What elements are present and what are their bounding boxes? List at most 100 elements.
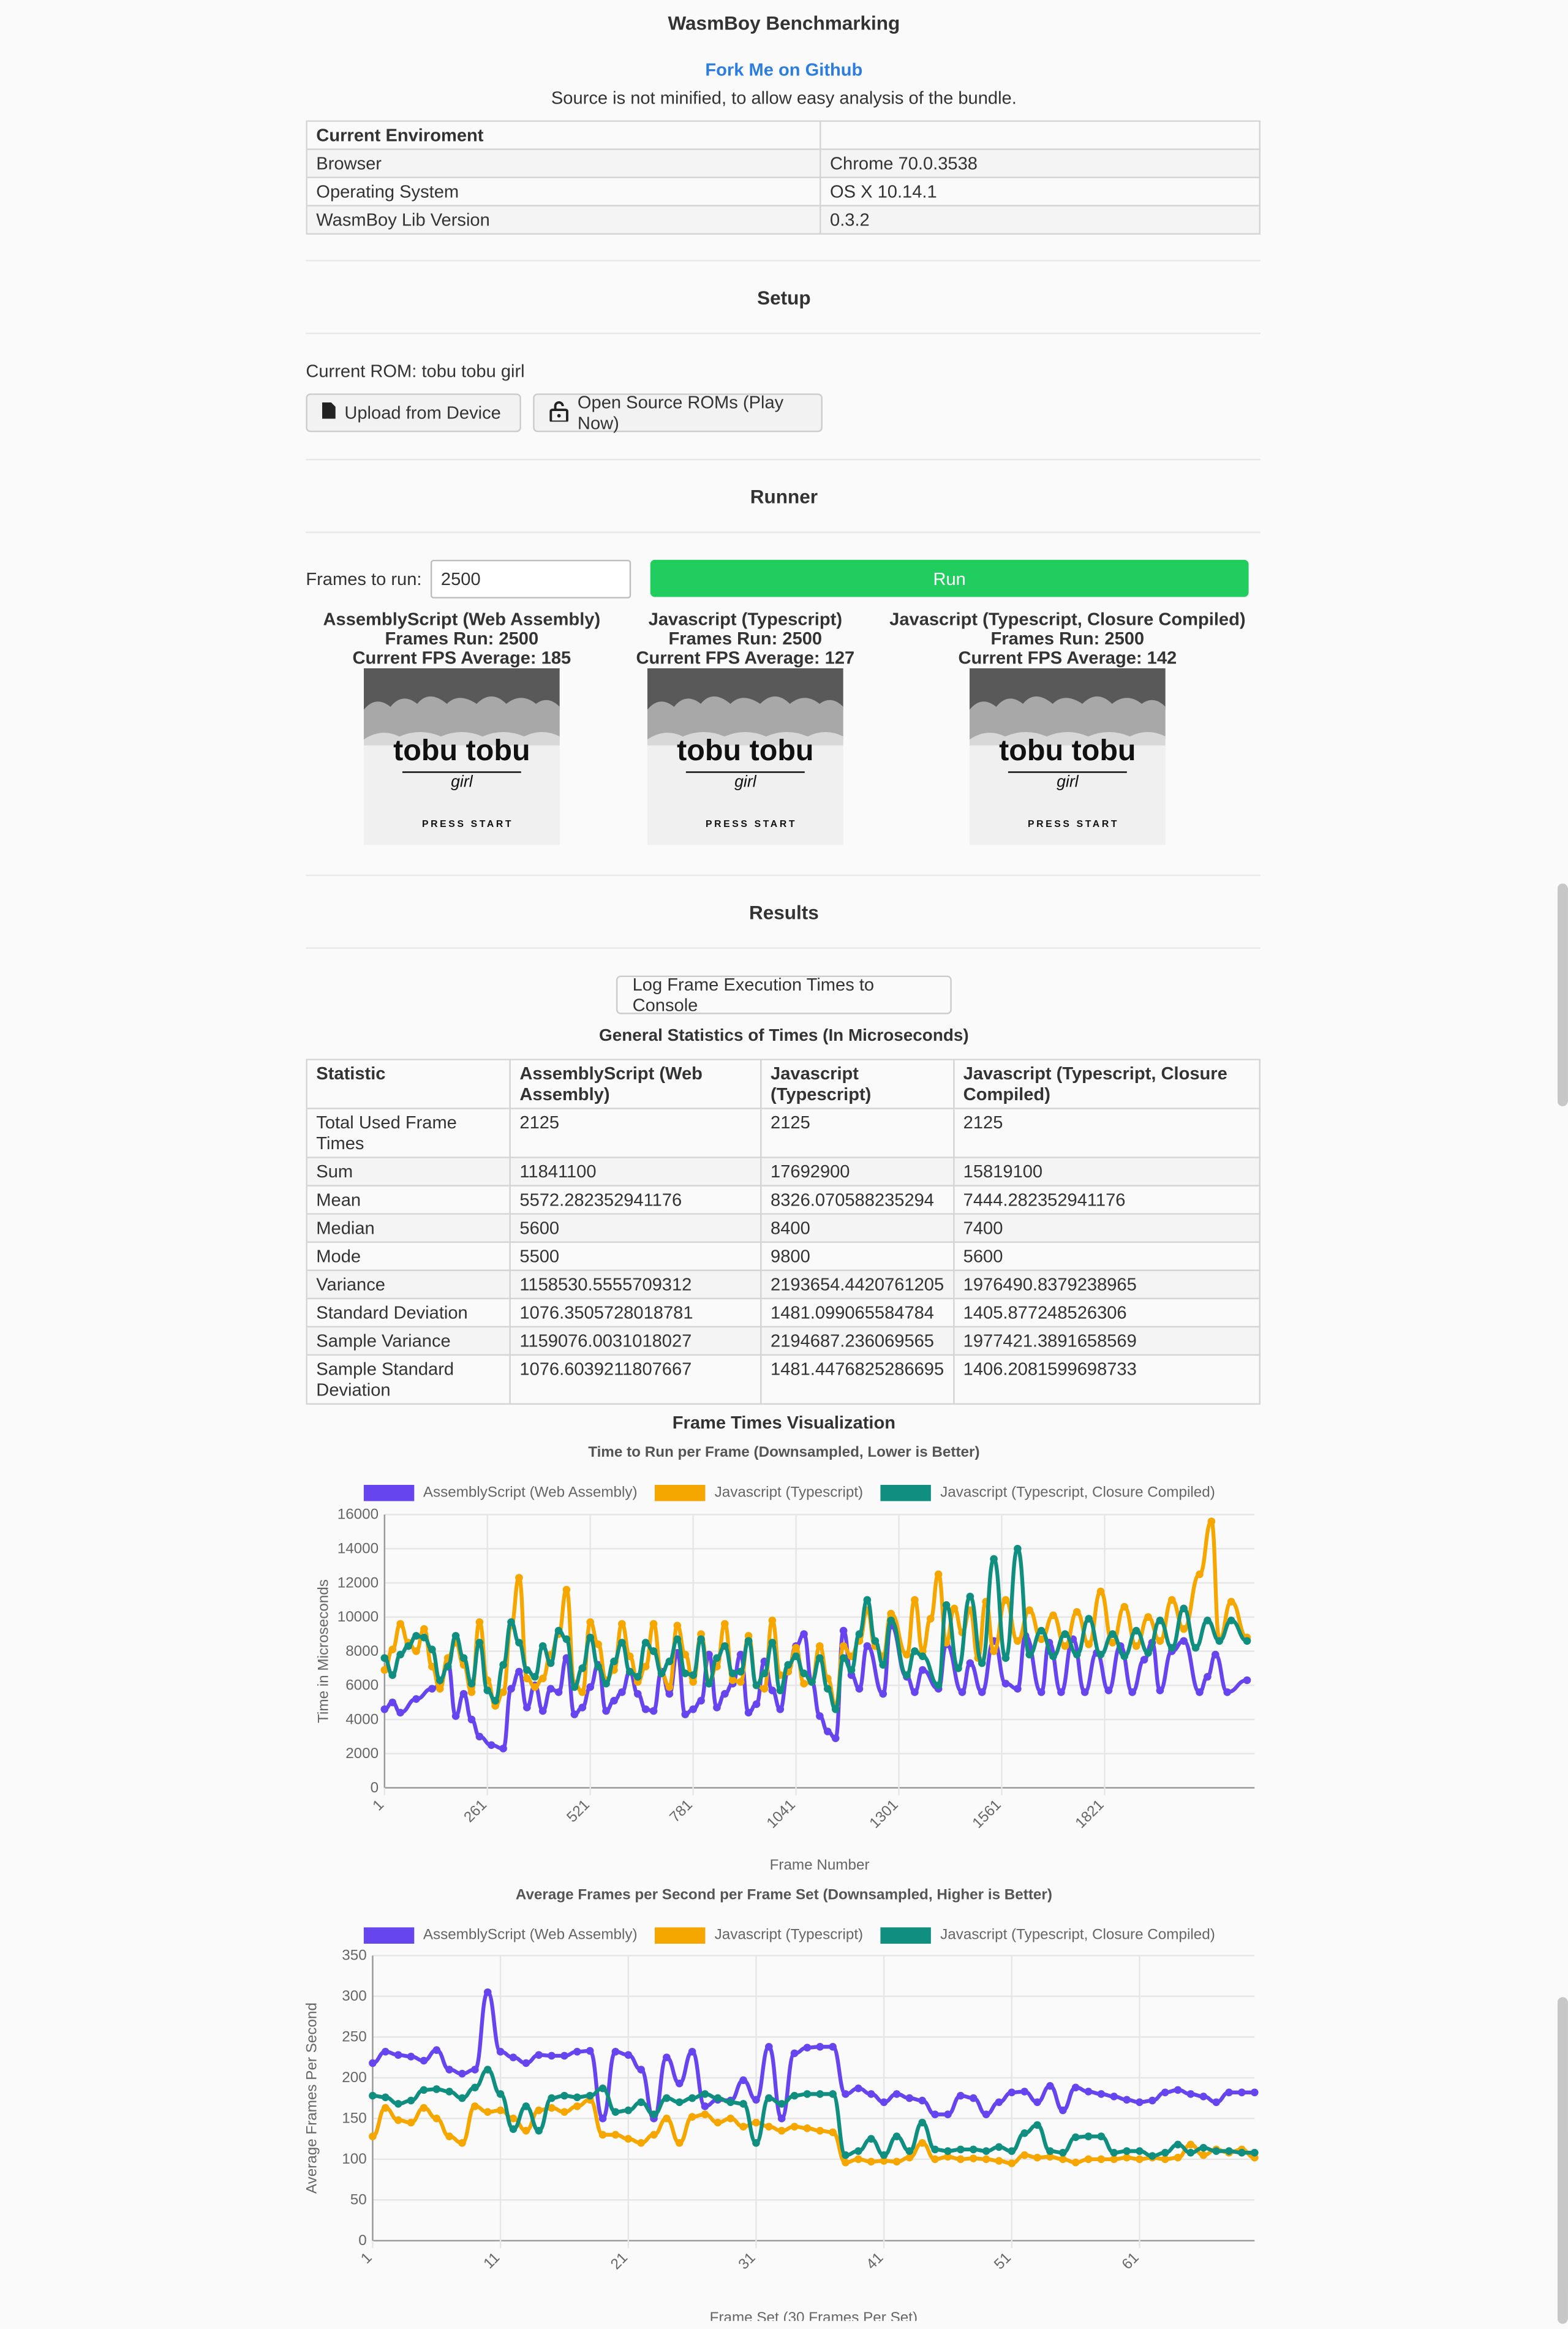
upload-from-device-button[interactable]: Upload from Device	[306, 393, 521, 432]
data-point	[420, 1633, 428, 1642]
stats-value: 11841100	[509, 1157, 762, 1187]
legend-item[interactable]: Javascript (Typescript)	[655, 1927, 863, 1944]
env-value: Chrome 70.0.3538	[820, 148, 1261, 178]
stats-row: Sum 11841100 17692900 15819100	[306, 1157, 1261, 1187]
data-point	[726, 2098, 735, 2107]
data-point	[428, 1645, 436, 1654]
y-tick-label: 150	[342, 2110, 366, 2127]
data-point	[1180, 1604, 1188, 1613]
data-point	[689, 1705, 697, 1713]
frames-to-run-label: Frames to run:	[306, 568, 422, 590]
open-source-roms-button[interactable]: Open Source ROMs (Play Now)	[533, 391, 823, 434]
data-point	[728, 1676, 737, 1685]
data-point	[726, 2115, 735, 2123]
data-point	[1140, 1656, 1148, 1664]
page-scrollbar-thumb[interactable]	[1557, 883, 1568, 1106]
data-point	[1212, 1650, 1219, 1659]
data-point	[816, 1712, 824, 1720]
stats-value: 1158530.5555709312	[509, 1269, 762, 1300]
data-point	[1136, 2147, 1144, 2155]
emulator-name: Javascript (Typescript)	[648, 608, 843, 630]
stats-label: Total Used Frame Times	[306, 1108, 511, 1158]
data-point	[969, 2154, 978, 2162]
data-point	[1180, 1625, 1188, 1633]
data-point	[982, 2147, 990, 2155]
data-point	[530, 1672, 539, 1681]
data-point	[944, 2110, 952, 2119]
data-point	[1148, 2152, 1156, 2160]
data-point	[1227, 1617, 1235, 1625]
stats-label: Variance	[306, 1269, 511, 1300]
data-point	[570, 1710, 579, 1718]
data-point	[673, 1635, 682, 1644]
run-button[interactable]: Run	[650, 559, 1249, 597]
data-point	[816, 1654, 824, 1662]
data-point	[649, 1620, 658, 1628]
data-point	[892, 2090, 901, 2098]
stats-table: Statistic AssemblyScript (Web Assembly) …	[306, 1059, 1261, 1405]
data-point	[792, 1652, 800, 1661]
y-tick-label: 0	[358, 2232, 366, 2249]
data-point	[816, 1642, 824, 1650]
data-point	[1008, 2147, 1016, 2155]
legend-item[interactable]: AssemblyScript (Web Assembly)	[363, 1485, 638, 1501]
chart2-legend: AssemblyScript (Web Assembly) Javascript…	[363, 1927, 1233, 1944]
stats-value: 1481.4476825286695	[760, 1354, 955, 1405]
data-point	[1144, 1648, 1152, 1657]
data-point	[1097, 2090, 1106, 2098]
data-point	[1085, 1615, 1093, 1623]
stats-label: Sample Standard Deviation	[306, 1354, 511, 1405]
data-point	[792, 1644, 800, 1652]
y-tick-label: 50	[350, 2192, 367, 2208]
data-point	[637, 2138, 645, 2147]
log-frame-times-button[interactable]: Log Frame Execution Times to Console	[616, 974, 952, 1016]
data-point	[714, 2094, 722, 2102]
setup-heading: Setup	[757, 286, 811, 309]
emulator-panel-closure: Javascript (Typescript, Closure Compiled…	[882, 610, 1253, 668]
data-point	[1238, 2148, 1246, 2157]
data-point	[931, 2155, 939, 2164]
data-point	[1061, 1642, 1069, 1650]
data-point	[752, 1700, 761, 1708]
frames-to-run-input[interactable]: 2500	[430, 559, 631, 598]
stats-row: Standard Deviation 1076.3505728018781 1481…	[306, 1297, 1261, 1328]
data-point	[445, 2132, 453, 2140]
data-point	[982, 2155, 990, 2164]
data-point	[842, 2158, 850, 2167]
data-point	[1046, 2147, 1054, 2155]
stats-col-header: Statistic	[306, 1059, 511, 1109]
y-tick-label: 16000	[337, 1506, 379, 1523]
data-point	[744, 1708, 753, 1717]
legend-item[interactable]: Javascript (Typescript, Closure Compiled…	[881, 1927, 1215, 1944]
y-axis-title: Average Frames Per Second	[303, 2002, 320, 2194]
data-point	[451, 1632, 460, 1640]
data-point	[560, 2052, 568, 2060]
data-point	[966, 1592, 974, 1601]
data-point	[459, 1654, 468, 1662]
data-point	[673, 1621, 682, 1629]
data-point	[1215, 1637, 1224, 1645]
page-scrollbar-thumb[interactable]	[1557, 1997, 1568, 2324]
data-point	[800, 1680, 808, 1688]
data-point	[803, 2044, 812, 2052]
legend-item[interactable]: AssemblyScript (Web Assembly)	[363, 1927, 638, 1944]
data-point	[560, 2091, 568, 2100]
data-point	[919, 1666, 927, 1674]
data-point	[432, 2115, 441, 2123]
legend-item[interactable]: Javascript (Typescript, Closure Compiled…	[881, 1485, 1215, 1501]
data-point	[1128, 1688, 1136, 1696]
open-source-button-label: Open Source ROMs (Play Now)	[577, 391, 784, 434]
data-point	[1001, 1680, 1010, 1688]
data-point	[598, 2131, 607, 2139]
stats-label: Mode	[306, 1241, 511, 1271]
data-point	[1084, 2088, 1093, 2096]
data-point	[1136, 2155, 1144, 2164]
data-point	[496, 2106, 505, 2115]
legend-item[interactable]: Javascript (Typescript)	[655, 1485, 863, 1501]
data-point	[905, 2147, 914, 2155]
fork-me-link[interactable]: Fork Me on Github	[705, 59, 862, 80]
data-point	[978, 1688, 986, 1696]
x-tick-label: 781	[666, 1797, 696, 1826]
screen-press-start: PRESS START	[1028, 819, 1119, 829]
x-tick-label: 21	[608, 2249, 631, 2273]
